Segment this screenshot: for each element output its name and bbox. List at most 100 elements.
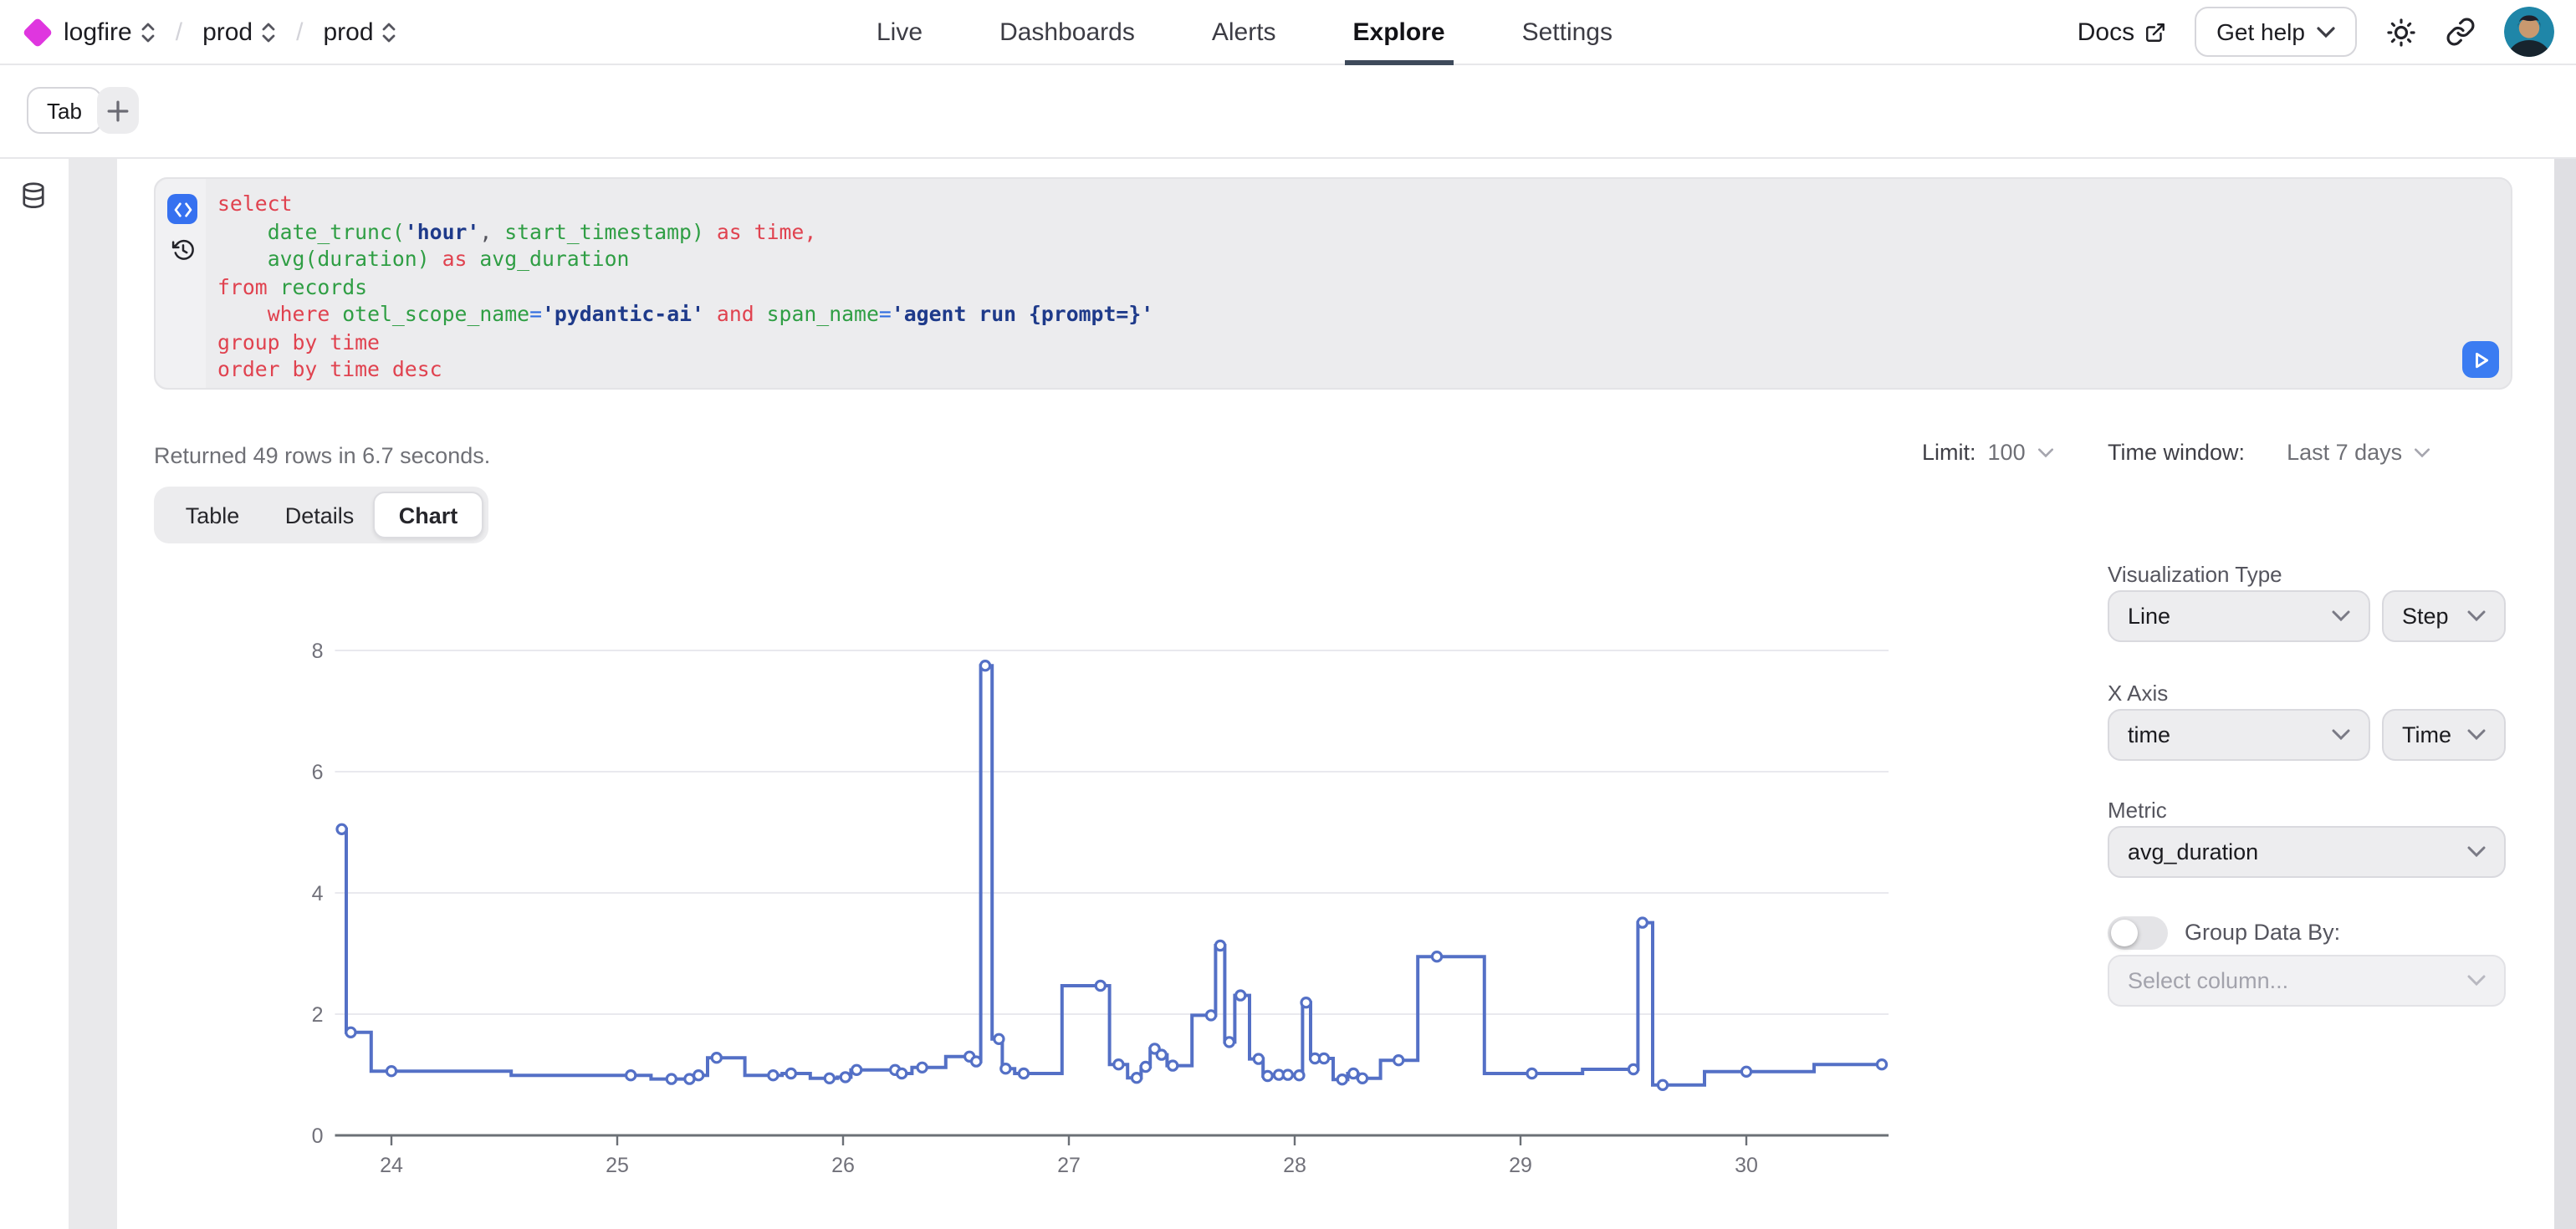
toggle-knob [2111, 920, 2138, 946]
visualization-type-select[interactable]: Line [2108, 590, 2370, 642]
svg-text:6: 6 [312, 761, 324, 784]
result-view-switcher: Table Details Chart [154, 487, 488, 543]
sql-query-editor[interactable]: select date_trunc('hour', start_timestam… [217, 191, 2444, 384]
top-nav: logfire / prod / prod Live Dashboards Al… [0, 0, 2576, 65]
query-history-button[interactable] [169, 236, 197, 264]
copy-link-button[interactable] [2446, 17, 2476, 47]
chevron-down-icon [2467, 846, 2486, 858]
time-window-label: Time window: [2108, 440, 2245, 465]
explore-content: select date_trunc('hour', start_timestam… [0, 159, 2576, 1229]
format-code-button[interactable] [167, 194, 197, 224]
docs-label: Docs [2078, 18, 2134, 46]
svg-text:8: 8 [312, 640, 324, 663]
theme-toggle-button[interactable] [2385, 16, 2417, 48]
svg-text:28: 28 [1283, 1154, 1306, 1177]
svg-text:4: 4 [312, 882, 324, 905]
visualization-type-label: Visualization Type [2108, 562, 2282, 587]
left-scrollbar[interactable] [69, 159, 117, 1229]
sql-editor-panel: select date_trunc('hour', start_timestam… [154, 177, 2512, 390]
query-tab[interactable]: Tab [27, 87, 102, 134]
code-brackets-icon [173, 201, 192, 217]
chevron-down-icon [2467, 975, 2486, 987]
breadcrumb-divider: / [171, 18, 187, 46]
svg-text:25: 25 [606, 1154, 629, 1177]
breadcrumb-project[interactable]: prod [202, 18, 276, 46]
main-nav: Live Dashboards Alerts Explore Settings [877, 0, 1613, 64]
play-icon [2471, 350, 2490, 369]
logfire-logo-icon[interactable] [23, 17, 54, 48]
sun-icon [2385, 16, 2417, 48]
time-window-chevron-icon [2414, 447, 2430, 457]
group-data-toggle[interactable] [2108, 916, 2168, 950]
svg-text:0: 0 [312, 1124, 324, 1148]
metric-value: avg_duration [2128, 839, 2467, 864]
limit-value: 100 [1988, 440, 2026, 465]
nav-item-alerts[interactable]: Alerts [1212, 0, 1276, 64]
group-data-label: Group Data By: [2185, 916, 2340, 950]
svg-text:26: 26 [831, 1154, 855, 1177]
chevron-down-icon [2467, 729, 2486, 741]
breadcrumb-divider: / [291, 18, 308, 46]
group-column-placeholder: Select column... [2128, 968, 2467, 993]
tab-details[interactable]: Details [266, 492, 373, 538]
avatar-photo [2504, 7, 2554, 57]
database-icon [18, 181, 49, 211]
org-switcher-caret-icon [141, 21, 156, 43]
breadcrumb-project-label: prod [202, 18, 253, 46]
nav-item-explore[interactable]: Explore [1353, 0, 1445, 64]
schema-browser-button[interactable] [18, 181, 49, 219]
app-window: logfire / prod / prod Live Dashboards Al… [0, 0, 2576, 1229]
external-link-icon [2144, 21, 2166, 43]
environment-switcher-caret-icon [382, 21, 397, 43]
avg-duration-step-chart: 0246824252627282930 [308, 577, 1914, 1199]
svg-text:30: 30 [1735, 1154, 1758, 1177]
chevron-down-icon [2467, 610, 2486, 622]
x-axis-type-select[interactable]: Time [2382, 709, 2506, 761]
results-summary: Returned 49 rows in 6.7 seconds. [154, 443, 490, 468]
nav-item-dashboards[interactable]: Dashboards [999, 0, 1135, 64]
plus-icon [107, 99, 129, 121]
query-tab-bar: Tab [0, 65, 2576, 159]
breadcrumb: logfire / prod / prod [0, 18, 397, 46]
chevron-down-icon [2332, 610, 2350, 622]
nav-item-live[interactable]: Live [877, 0, 923, 64]
line-style-value: Step [2402, 604, 2467, 629]
svg-text:27: 27 [1057, 1154, 1081, 1177]
breadcrumb-org-label: logfire [64, 18, 132, 46]
x-axis-column-value: time [2128, 722, 2332, 747]
link-icon [2446, 17, 2476, 47]
user-avatar[interactable] [2504, 7, 2554, 57]
x-axis-label: X Axis [2108, 681, 2168, 706]
history-icon [171, 237, 196, 263]
nav-item-settings[interactable]: Settings [1522, 0, 1613, 64]
breadcrumb-environment[interactable]: prod [323, 18, 396, 46]
metric-label: Metric [2108, 798, 2167, 823]
run-query-button[interactable] [2462, 341, 2499, 378]
get-help-label: Get help [2216, 18, 2305, 45]
nav-actions: Docs Get help [2078, 7, 2576, 57]
time-window-dropdown[interactable]: Time window: Last 7 days [2108, 440, 2430, 465]
docs-link[interactable]: Docs [2078, 18, 2166, 46]
tab-table[interactable]: Table [159, 492, 266, 538]
svg-text:24: 24 [380, 1154, 403, 1177]
get-help-button[interactable]: Get help [2195, 7, 2357, 57]
breadcrumb-org[interactable]: logfire [64, 18, 156, 46]
group-column-select[interactable]: Select column... [2108, 955, 2506, 1007]
svg-text:29: 29 [1509, 1154, 1532, 1177]
breadcrumb-environment-label: prod [323, 18, 373, 46]
visualization-type-value: Line [2128, 604, 2332, 629]
limit-dropdown[interactable]: Limit: 100 [1922, 440, 2054, 465]
x-axis-type-value: Time [2402, 722, 2467, 747]
project-switcher-caret-icon [261, 21, 276, 43]
get-help-chevron-icon [2317, 26, 2335, 38]
new-tab-button[interactable] [97, 87, 139, 134]
svg-text:2: 2 [312, 1003, 324, 1027]
line-style-select[interactable]: Step [2382, 590, 2506, 642]
limit-chevron-icon [2037, 447, 2054, 457]
time-window-value: Last 7 days [2287, 440, 2402, 465]
chevron-down-icon [2332, 729, 2350, 741]
tab-chart[interactable]: Chart [373, 492, 483, 538]
page-scrollbar[interactable] [2554, 159, 2576, 1229]
metric-select[interactable]: avg_duration [2108, 826, 2506, 878]
x-axis-column-select[interactable]: time [2108, 709, 2370, 761]
